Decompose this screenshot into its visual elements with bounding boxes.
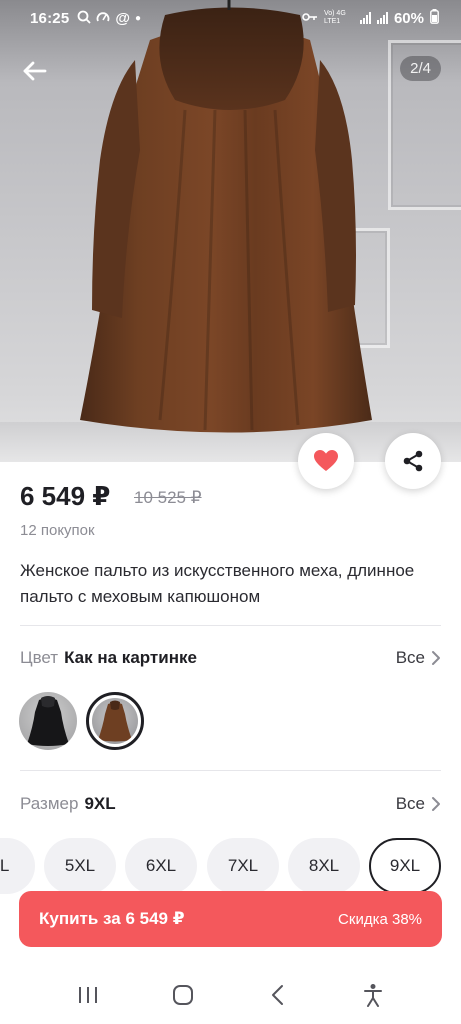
share-button[interactable] [385, 433, 441, 489]
recents-icon [78, 987, 97, 1003]
battery-level: 60% [393, 9, 424, 27]
size-chip[interactable]: XL [0, 838, 35, 894]
system-back-button[interactable] [258, 975, 298, 1015]
size-all-link[interactable]: Все [396, 794, 441, 814]
dot-icon: ● [135, 12, 142, 24]
color-value: Как на картинке [64, 648, 197, 667]
color-all-label: Все [395, 648, 425, 667]
battery-icon [430, 9, 439, 27]
chevron-right-icon [432, 651, 440, 665]
accessibility-button[interactable] [353, 975, 393, 1015]
back-icon [272, 985, 284, 1005]
size-chip[interactable]: 6XL [125, 838, 197, 894]
home-button[interactable] [163, 975, 203, 1015]
product-title: Женское пальто из искусственного меха, д… [20, 561, 415, 606]
divider [20, 770, 441, 771]
home-icon [172, 985, 193, 1005]
size-chip-list: XL 5XL 6XL 7XL 8XL 9XL [0, 838, 461, 894]
signal-strength-icon [359, 12, 371, 24]
share-icon [403, 450, 423, 472]
size-all-label: Все [395, 794, 425, 813]
system-icons: Vo) 4G LTE1 60% [302, 9, 439, 27]
size-chip[interactable]: 5XL [44, 838, 116, 894]
speedometer-icon [96, 10, 110, 27]
size-value: 9XL [84, 794, 116, 813]
recents-button[interactable] [68, 975, 108, 1015]
accessibility-icon [364, 984, 383, 1007]
arrow-left-icon [23, 61, 47, 81]
size-chip[interactable]: 8XL [288, 838, 360, 894]
color-all-link[interactable]: Все [396, 648, 441, 668]
size-label: Размер [20, 794, 79, 813]
color-option-row[interactable]: Цвет Как на картинке Все [20, 648, 441, 668]
status-time: 16:25 [30, 9, 70, 27]
fur-coat-image [80, 0, 372, 433]
color-swatch-brown-selected[interactable] [86, 692, 144, 750]
back-button[interactable] [18, 54, 52, 88]
status-bar: 16:25 @ ● Vo) 4G LTE1 60% [0, 0, 461, 36]
system-navigation-bar [0, 966, 461, 1024]
current-price: 6 549 ₽ [20, 481, 111, 511]
purchase-count: 12 покупок [20, 522, 95, 539]
discount-badge: Скидка 38% [338, 910, 422, 928]
size-option-row[interactable]: Размер 9XL Все [20, 794, 441, 814]
notification-icons: @ ● [77, 10, 141, 27]
at-sign-icon: @ [115, 9, 131, 27]
color-swatch-black[interactable] [19, 692, 77, 750]
product-photo[interactable] [0, 0, 461, 462]
black-coat-thumbnail [27, 696, 69, 746]
brown-coat-thumbnail [92, 698, 138, 744]
buy-button[interactable]: Купить за 6 549 ₽ Скидка 38% [19, 891, 442, 947]
heart-icon [314, 450, 338, 471]
size-chip[interactable]: 7XL [207, 838, 279, 894]
old-price: 10 525 ₽ [134, 488, 202, 507]
chevron-right-icon [432, 797, 440, 811]
size-chip-selected[interactable]: 9XL [369, 838, 441, 894]
image-counter: 2/4 [400, 56, 441, 81]
divider [20, 625, 441, 626]
color-label: Цвет [20, 648, 59, 667]
buy-button-label: Купить за 6 549 ₽ [39, 909, 185, 928]
network-type-label: Vo) 4G LTE1 [323, 10, 346, 25]
key-icon [302, 12, 318, 25]
search-icon [77, 10, 92, 27]
favorite-button[interactable] [298, 433, 354, 489]
signal-strength-icon [376, 12, 388, 24]
